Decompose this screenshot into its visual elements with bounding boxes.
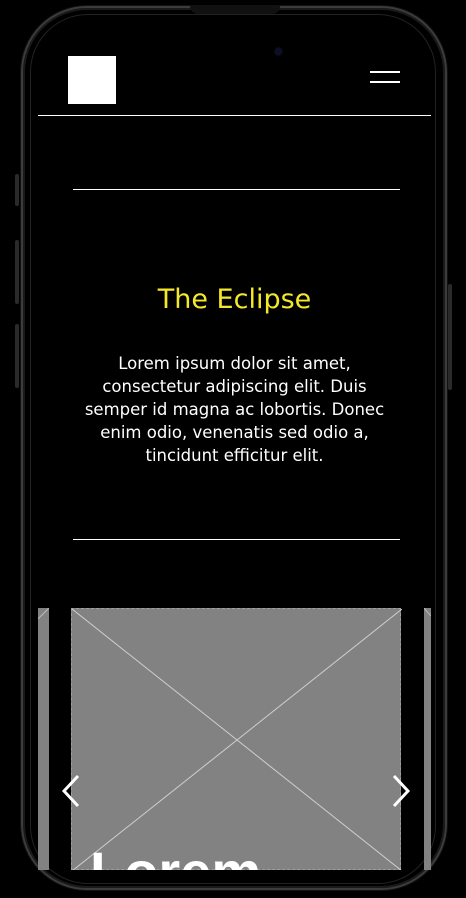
image-placeholder-icon bbox=[71, 608, 402, 870]
hamburger-menu-icon[interactable] bbox=[370, 70, 402, 88]
header-divider bbox=[38, 115, 431, 116]
side-button-mute bbox=[15, 174, 19, 206]
square-logo[interactable] bbox=[68, 56, 116, 104]
side-button-power bbox=[448, 284, 452, 390]
next-slide-peek bbox=[423, 608, 431, 870]
hero-title: The Eclipse bbox=[157, 284, 312, 315]
chevron-right-icon[interactable] bbox=[388, 774, 412, 808]
chevron-left-icon[interactable] bbox=[60, 774, 84, 808]
image-carousel[interactable]: Lorem bbox=[38, 608, 431, 870]
top-divider bbox=[73, 189, 400, 190]
hero-body: Lorem ipsum dolor sit amet, consectetur … bbox=[84, 354, 385, 465]
screen: The Eclipse Lorem ipsum dolor sit amet, … bbox=[38, 40, 431, 870]
side-button-volume-down bbox=[15, 324, 19, 388]
slide-heading: Lorem bbox=[90, 844, 261, 871]
speaker-notch bbox=[190, 6, 280, 14]
side-button-volume-up bbox=[15, 240, 19, 304]
prev-slide-peek bbox=[38, 608, 50, 870]
bottom-divider bbox=[73, 539, 400, 540]
